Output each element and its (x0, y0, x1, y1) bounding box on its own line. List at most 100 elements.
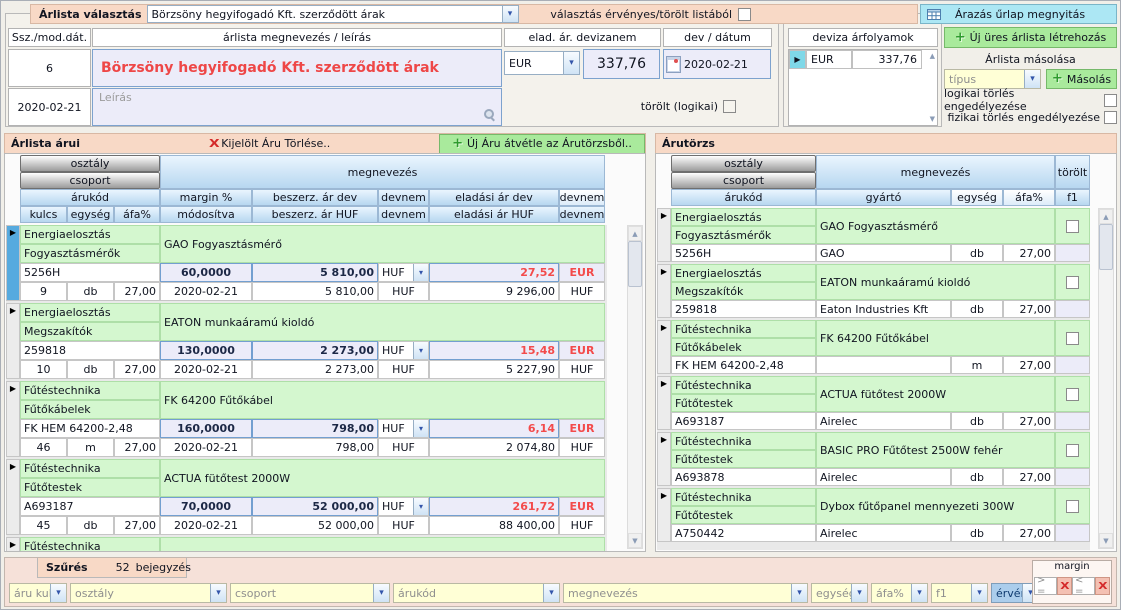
left-grid-scrollbar[interactable]: ▲ ▼ (627, 225, 643, 549)
cell-beszerz-ar-dev[interactable]: 798,00 (252, 419, 378, 438)
scroll-thumb[interactable] (628, 241, 642, 287)
datum-field[interactable]: 2020-02-21 (663, 49, 771, 79)
row-selector[interactable]: ▶ (657, 488, 671, 542)
tipus-select[interactable]: típus ▾ (944, 69, 1041, 89)
row-selector[interactable]: ▶ (6, 459, 20, 535)
filter-megnevezes-select[interactable]: megnevezés▾ (563, 583, 808, 603)
deviza-listbox[interactable]: ▶ EUR 337,76 ▲ ▼ (788, 49, 938, 126)
devnem-select[interactable]: HUF▾ (378, 419, 429, 438)
devnem-select[interactable]: HUF▾ (378, 341, 429, 360)
row-selector[interactable]: ▶ (6, 537, 20, 551)
row-selector[interactable]: ▶ (657, 432, 671, 486)
cell-beszerz-ar-dev[interactable]: 2 273,00 (252, 341, 378, 360)
table-row[interactable]: ▶ Fűtéstechnika ACTUA fütőtest 2000W Fűt… (657, 376, 1090, 430)
header-modositva: módosítva (160, 206, 252, 223)
uj-aru-atvetele-button[interactable]: + Új Áru átvétle az Árutörzsből.. (439, 134, 645, 154)
scroll-down-icon[interactable]: ▼ (930, 115, 935, 123)
cell-margin[interactable]: 60,0000 (160, 263, 252, 282)
torolt-checkbox[interactable] (723, 100, 736, 113)
cell-megnevezes: ACTUA fütőtest 2000W (816, 376, 1055, 412)
header-osztaly-button[interactable]: osztály (671, 155, 816, 172)
margin-lte-input[interactable]: < = (1072, 577, 1095, 595)
header-csoport-button[interactable]: csoport (671, 172, 816, 189)
filter-afa-select[interactable]: áfa%▾ (871, 583, 928, 603)
right-grid-scrollbar[interactable]: ▲ ▼ (1098, 208, 1114, 549)
table-row[interactable]: ▶ Fűtéstechnika FK 64200 Fűtőkábel Fűtők… (6, 381, 607, 457)
scroll-thumb[interactable] (1099, 224, 1113, 270)
row-selector[interactable]: ▶ (657, 208, 671, 262)
filter-aru-kulcs-select[interactable]: áru kul▾ (9, 583, 67, 603)
header-csoport-button[interactable]: csoport (20, 172, 160, 189)
filter-f1-select[interactable]: f1▾ (931, 583, 988, 603)
torolt-checkbox[interactable] (1066, 388, 1079, 401)
fizikai-torles-checkbox[interactable] (1104, 111, 1117, 124)
valasztas-checkbox[interactable] (738, 8, 751, 21)
scroll-down-icon[interactable]: ▼ (628, 533, 642, 548)
cell-eladasi-ar-dev[interactable]: 15,48 (429, 341, 559, 360)
row-selector[interactable]: ▶ (6, 225, 20, 301)
filter-arukod-select[interactable]: árukód▾ (393, 583, 560, 603)
row-selector[interactable]: ▶ (6, 303, 20, 379)
arazas-urlap-button[interactable]: Árazás űrlap megnyitás (920, 4, 1117, 24)
devizanem-select[interactable]: EUR ▾ (504, 51, 580, 75)
clear-margin-lte-button[interactable]: X (1095, 577, 1110, 595)
cell-margin[interactable]: 130,0000 (160, 341, 252, 360)
cell-arukod: 5256H (671, 244, 816, 262)
cell-eladasi-ar-dev[interactable]: 27,52 (429, 263, 559, 282)
table-row[interactable]: ▶ Fűtéstechnika ACTUA fütőtest 2000W Fűt… (6, 459, 607, 535)
cell-eladasi-ar-huf: 2 074,80 (429, 438, 559, 457)
header-devnem: devnem (378, 206, 429, 223)
table-row[interactable]: ▶ Fűtéstechnika BASIC PRO Fűtőtest 2500W… (657, 432, 1090, 486)
table-row[interactable]: ▶ Energiaelosztás EATON munkaáramú kiold… (6, 303, 607, 379)
table-row[interactable]: ▶ Fűtéstechnika FK 64200 Fűtőkábel Fűtők… (657, 320, 1090, 374)
arlista-select[interactable]: Börzsöny hegyifogadó Kft. szerződött ára… (147, 5, 519, 23)
devnem-select[interactable]: HUF▾ (378, 263, 429, 282)
torolt-checkbox[interactable] (1066, 220, 1079, 233)
kijelolt-aru-torlese-label: Kijelölt Áru Törlése.. (221, 137, 330, 150)
table-row[interactable]: ▶ Fűtéstechnika BASIC PRO Fűtőtest 2500W… (6, 537, 607, 551)
arlista-nev-field[interactable]: Börzsöny hegyifogadó Kft. szerződött ára… (92, 49, 502, 87)
cell-eladasi-ar-dev[interactable]: 6,14 (429, 419, 559, 438)
calendar-icon[interactable] (666, 56, 681, 73)
uj-arlista-button[interactable]: + Új üres árlista létrehozás (944, 27, 1117, 48)
table-row[interactable]: ▶ Energiaelosztás EATON munkaáramú kiold… (657, 264, 1090, 318)
deviza-row-selector[interactable]: ▶ (789, 50, 806, 69)
cell-csoport: Fogyasztásmérők (671, 226, 816, 244)
devnem-select[interactable]: HUF▾ (378, 497, 429, 516)
cell-margin[interactable]: 160,0000 (160, 419, 252, 438)
kijelolt-aru-torlese-button[interactable]: X Kijelölt Áru Törlése.. (195, 135, 345, 153)
table-row[interactable]: ▶ Energiaelosztás GAO Fogyasztásmérő Fog… (657, 208, 1090, 262)
masolas-button[interactable]: + Másolás (1046, 69, 1117, 89)
row-selector[interactable]: ▶ (657, 264, 671, 318)
cell-eladasi-ar-dev[interactable]: 261,72 (429, 497, 559, 516)
magnifier-icon[interactable] (483, 108, 496, 121)
scroll-down-icon[interactable]: ▼ (1099, 533, 1113, 548)
torolt-checkbox[interactable] (1066, 444, 1079, 457)
leiras-field[interactable]: Leírás (92, 88, 502, 126)
filter-egyseg-select[interactable]: egység▾ (811, 583, 868, 603)
clear-margin-gte-button[interactable]: X (1057, 577, 1072, 595)
row-selector[interactable]: ▶ (657, 376, 671, 430)
cell-kulcs: 45 (20, 516, 67, 535)
header-osztaly-button[interactable]: osztály (20, 155, 160, 172)
row-selector[interactable]: ▶ (657, 320, 671, 374)
scroll-up-icon[interactable]: ▲ (930, 52, 935, 60)
filter-csoport-select[interactable]: csoport▾ (230, 583, 390, 603)
scroll-up-icon[interactable]: ▲ (1099, 209, 1113, 224)
cell-margin[interactable]: 70,0000 (160, 497, 252, 516)
table-row[interactable]: ▶ Fűtéstechnika Dybox fűtőpanel mennyeze… (657, 488, 1090, 542)
margin-gte-input[interactable]: > = (1034, 577, 1057, 595)
torolt-checkbox[interactable] (1066, 500, 1079, 513)
torolt-checkbox[interactable] (1066, 276, 1079, 289)
scroll-up-icon[interactable]: ▲ (628, 226, 642, 241)
logikai-torles-checkbox[interactable] (1104, 94, 1117, 107)
cell-beszerz-ar-dev[interactable]: 5 810,00 (252, 263, 378, 282)
cell-beszerz-ar-dev[interactable]: 52 000,00 (252, 497, 378, 516)
row-selector[interactable]: ▶ (6, 381, 20, 457)
cell-megnevezes: EATON munkaáramú kioldó (160, 303, 605, 341)
filter-osztaly-select[interactable]: osztály▾ (70, 583, 227, 603)
cell-osztaly: Energiaelosztás (20, 303, 160, 322)
arfolyam-field[interactable]: 337,76 (583, 49, 660, 79)
torolt-checkbox[interactable] (1066, 332, 1079, 345)
table-row[interactable]: ▶ Energiaelosztás GAO Fogyasztásmérő Fog… (6, 225, 607, 301)
